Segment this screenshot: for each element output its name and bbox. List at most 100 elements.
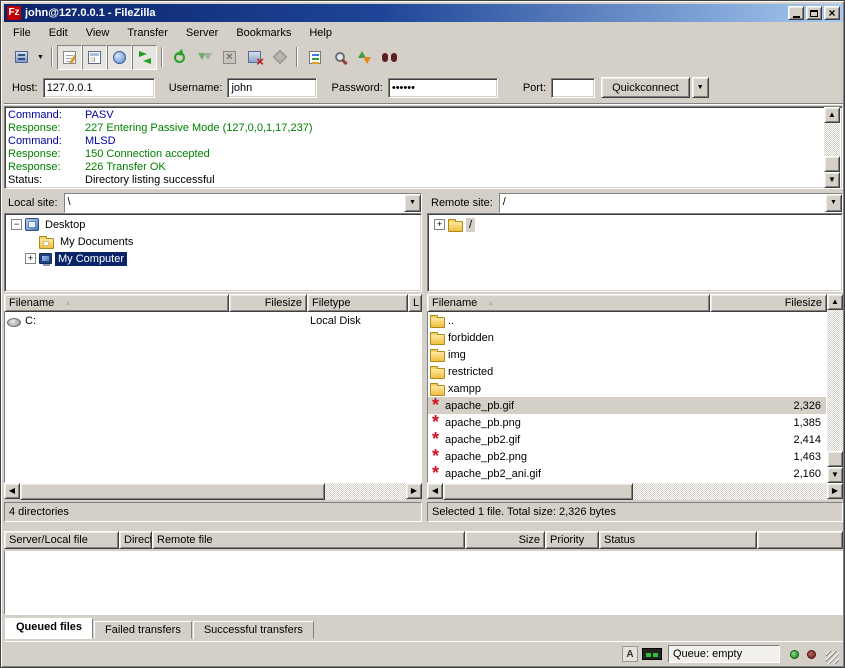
remote-site-value[interactable]: /: [500, 194, 825, 212]
expand-icon[interactable]: +: [434, 219, 445, 230]
remote-site-dropdown[interactable]: ▼: [825, 194, 842, 212]
log-scrollbar[interactable]: ▲ ▼: [824, 107, 840, 188]
local-site-dropdown[interactable]: ▼: [404, 194, 421, 212]
scroll-left-button[interactable]: ◀: [4, 483, 20, 499]
refresh-button[interactable]: [167, 45, 192, 70]
file-row[interactable]: xampp: [428, 380, 826, 397]
column-filesize[interactable]: Filesize: [229, 294, 307, 312]
file-row[interactable]: *apache_pb.png1,385: [428, 414, 826, 431]
resize-grip[interactable]: [826, 651, 839, 664]
close-button[interactable]: ×: [824, 6, 840, 20]
tree-item-label[interactable]: /: [466, 218, 475, 232]
tab-failed-transfers[interactable]: Failed transfers: [94, 621, 192, 639]
tab-successful-transfers[interactable]: Successful transfers: [193, 621, 314, 639]
find-button[interactable]: [377, 45, 402, 70]
synchronized-browsing-button[interactable]: [352, 45, 377, 70]
scrollbar-track[interactable]: [20, 483, 406, 500]
local-site-value[interactable]: \: [65, 194, 404, 212]
site-manager-button[interactable]: [9, 45, 34, 70]
file-row-selected[interactable]: *apache_pb.gif2,326: [428, 397, 826, 414]
file-row[interactable]: ..: [428, 312, 826, 329]
collapse-icon[interactable]: −: [11, 219, 22, 230]
menu-file[interactable]: File: [4, 25, 40, 41]
tree-item-label[interactable]: My Documents: [57, 235, 136, 249]
scrollbar-track[interactable]: [443, 483, 827, 500]
tab-queued-files[interactable]: Queued files: [5, 618, 93, 639]
scrollbar-track[interactable]: [827, 310, 843, 467]
column-remote-file[interactable]: Remote file: [152, 531, 465, 549]
menu-view[interactable]: View: [77, 25, 119, 41]
reconnect-button[interactable]: [267, 45, 292, 70]
maximize-button[interactable]: [806, 6, 822, 20]
scroll-up-button[interactable]: ▲: [827, 294, 843, 310]
tree-item-my-documents[interactable]: My Documents: [7, 233, 419, 250]
file-row[interactable]: img: [428, 346, 826, 363]
column-priority[interactable]: Priority: [545, 531, 599, 549]
tree-item-desktop[interactable]: − Desktop: [7, 216, 419, 233]
tree-item-label[interactable]: My Computer: [55, 252, 127, 266]
tree-item-root[interactable]: + /: [430, 216, 840, 233]
toggle-message-log-button[interactable]: [57, 45, 82, 70]
column-filename[interactable]: Filename▲: [4, 294, 229, 312]
scroll-down-button[interactable]: ▼: [824, 172, 840, 188]
column-filename[interactable]: Filename▲: [427, 294, 710, 312]
disconnect-button[interactable]: [242, 45, 267, 70]
file-row[interactable]: forbidden: [428, 329, 826, 346]
column-server-local-file[interactable]: Server/Local file: [4, 531, 119, 549]
scrollbar-thumb[interactable]: [827, 451, 843, 467]
menu-transfer[interactable]: Transfer: [118, 25, 177, 41]
menu-bookmarks[interactable]: Bookmarks: [227, 25, 300, 41]
quickconnect-dropdown[interactable]: ▼: [692, 77, 709, 98]
toggle-remote-tree-button[interactable]: [107, 45, 132, 70]
transfer-queue-list[interactable]: [4, 551, 843, 615]
process-queue-button[interactable]: [192, 45, 217, 70]
scrollbar-thumb[interactable]: [824, 156, 840, 172]
local-hscrollbar[interactable]: ◀ ▶: [4, 483, 422, 500]
column-status[interactable]: Status: [599, 531, 757, 549]
file-row[interactable]: C: Local Disk: [5, 312, 421, 329]
tree-item-label[interactable]: Desktop: [42, 218, 88, 232]
remote-vscrollbar[interactable]: ▲ ▼: [827, 294, 843, 483]
remote-site-combo[interactable]: / ▼: [499, 193, 843, 213]
port-input[interactable]: [551, 78, 595, 98]
scrollbar-thumb[interactable]: [443, 483, 633, 500]
quickconnect-button[interactable]: Quickconnect: [601, 77, 690, 98]
file-row[interactable]: *apache_pb2.gif2,414: [428, 431, 826, 448]
scroll-right-button[interactable]: ▶: [827, 483, 843, 499]
scrollbar-thumb[interactable]: [20, 483, 325, 500]
minimize-button[interactable]: [788, 6, 804, 20]
file-row[interactable]: restricted: [428, 363, 826, 380]
log-type: Command:: [8, 109, 85, 122]
toggle-local-tree-button[interactable]: [82, 45, 107, 70]
scroll-up-button[interactable]: ▲: [824, 107, 840, 123]
remote-hscrollbar[interactable]: ◀ ▶: [427, 483, 843, 500]
file-row[interactable]: *apache_pb2.png1,463: [428, 448, 826, 465]
menu-help[interactable]: Help: [300, 25, 341, 41]
scrollbar-track[interactable]: [824, 123, 840, 172]
expand-icon[interactable]: +: [25, 253, 36, 264]
scroll-left-button[interactable]: ◀: [427, 483, 443, 499]
column-filesize[interactable]: Filesize: [710, 294, 827, 312]
scroll-right-button[interactable]: ▶: [406, 483, 422, 499]
scroll-down-button[interactable]: ▼: [827, 467, 843, 483]
tree-item-my-computer[interactable]: + My Computer: [7, 250, 419, 267]
menu-edit[interactable]: Edit: [40, 25, 77, 41]
speed-limit-icon[interactable]: [642, 648, 662, 660]
host-input[interactable]: [43, 78, 155, 98]
password-input[interactable]: [388, 78, 498, 98]
menu-server[interactable]: Server: [177, 25, 227, 41]
local-site-combo[interactable]: \ ▼: [64, 193, 422, 213]
column-last-modified[interactable]: L: [408, 294, 422, 312]
username-input[interactable]: [227, 78, 317, 98]
column-filetype[interactable]: Filetype: [307, 294, 408, 312]
toggle-queue-button[interactable]: [132, 45, 157, 70]
status-bar: A Queue: empty: [4, 641, 843, 666]
transfer-type-icon[interactable]: A: [622, 646, 638, 662]
filter-button[interactable]: [302, 45, 327, 70]
cancel-button[interactable]: ×: [217, 45, 242, 70]
file-row[interactable]: *apache_pb2_ani.gif2,160: [428, 465, 826, 482]
column-size[interactable]: Size: [465, 531, 545, 549]
column-direction[interactable]: Directi...: [119, 531, 152, 549]
site-manager-dropdown[interactable]: ▼: [34, 45, 47, 70]
directory-comparison-button[interactable]: [327, 45, 352, 70]
